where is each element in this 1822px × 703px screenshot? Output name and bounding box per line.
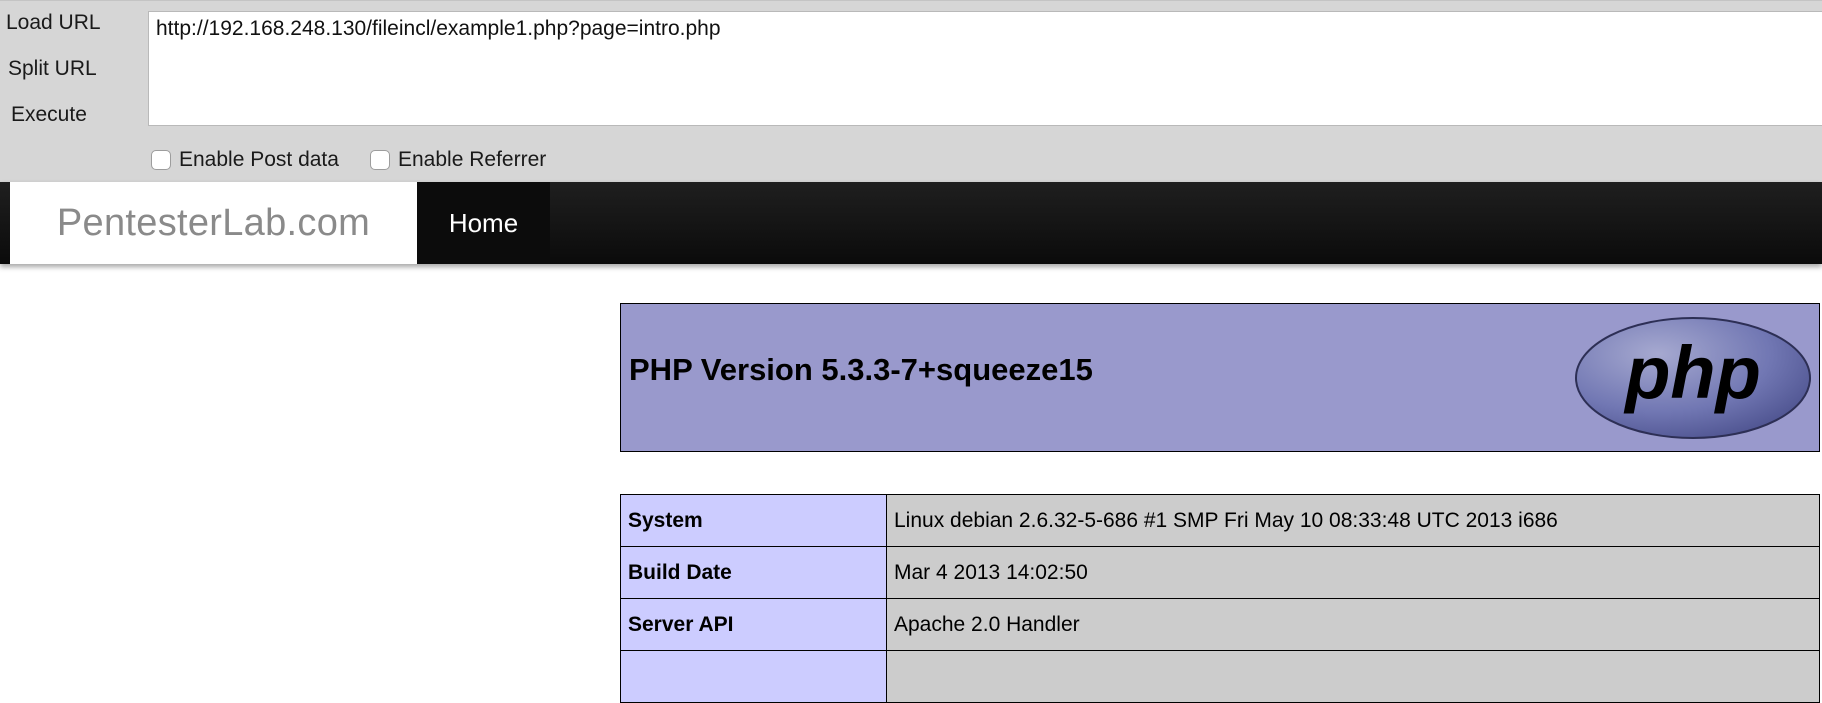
referrer-label: Enable Referrer — [398, 148, 547, 171]
row-value: Linux debian 2.6.32-5-686 #1 SMP Fri May… — [886, 494, 1820, 547]
php-version-title: PHP Version 5.3.3-7+squeeze15 — [629, 352, 1093, 387]
enable-post-data-option[interactable]: Enable Post data — [151, 148, 339, 172]
load-url-button[interactable]: Load URL — [6, 11, 146, 35]
row-value: Mar 4 2013 14:02:50 — [886, 546, 1820, 599]
php-logo-icon: php — [1575, 317, 1811, 439]
brand-logo-link[interactable]: PentesterLab.com — [10, 182, 417, 264]
phpinfo-table: System Linux debian 2.6.32-5-686 #1 SMP … — [620, 494, 1820, 703]
table-row: Server API Apache 2.0 Handler — [620, 598, 1820, 651]
table-row: Build Date Mar 4 2013 14:02:50 — [620, 546, 1820, 599]
site-navbar: PentesterLab.com Home — [0, 182, 1822, 264]
row-value: Apache 2.0 Handler — [886, 598, 1820, 651]
post-data-label: Enable Post data — [179, 148, 339, 171]
hackbar-toolbar: Load URL Split URL Execute http://192.16… — [0, 0, 1822, 183]
post-data-checkbox[interactable] — [151, 150, 171, 170]
table-row: System Linux debian 2.6.32-5-686 #1 SMP … — [620, 494, 1820, 547]
execute-button[interactable]: Execute — [11, 103, 151, 127]
row-value — [886, 650, 1820, 703]
url-input[interactable]: http://192.168.248.130/fileincl/example1… — [148, 11, 1822, 126]
row-key — [620, 650, 887, 703]
phpinfo-header: PHP Version 5.3.3-7+squeeze15 php — [620, 303, 1820, 452]
split-url-button[interactable]: Split URL — [8, 57, 148, 81]
row-key: Build Date — [620, 546, 887, 599]
row-key: System — [620, 494, 887, 547]
referrer-checkbox[interactable] — [370, 150, 390, 170]
nav-home-link[interactable]: Home — [417, 182, 550, 264]
php-logo-text: php — [1623, 331, 1761, 414]
table-row — [620, 650, 1820, 703]
row-key: Server API — [620, 598, 887, 651]
enable-referrer-option[interactable]: Enable Referrer — [370, 148, 546, 172]
